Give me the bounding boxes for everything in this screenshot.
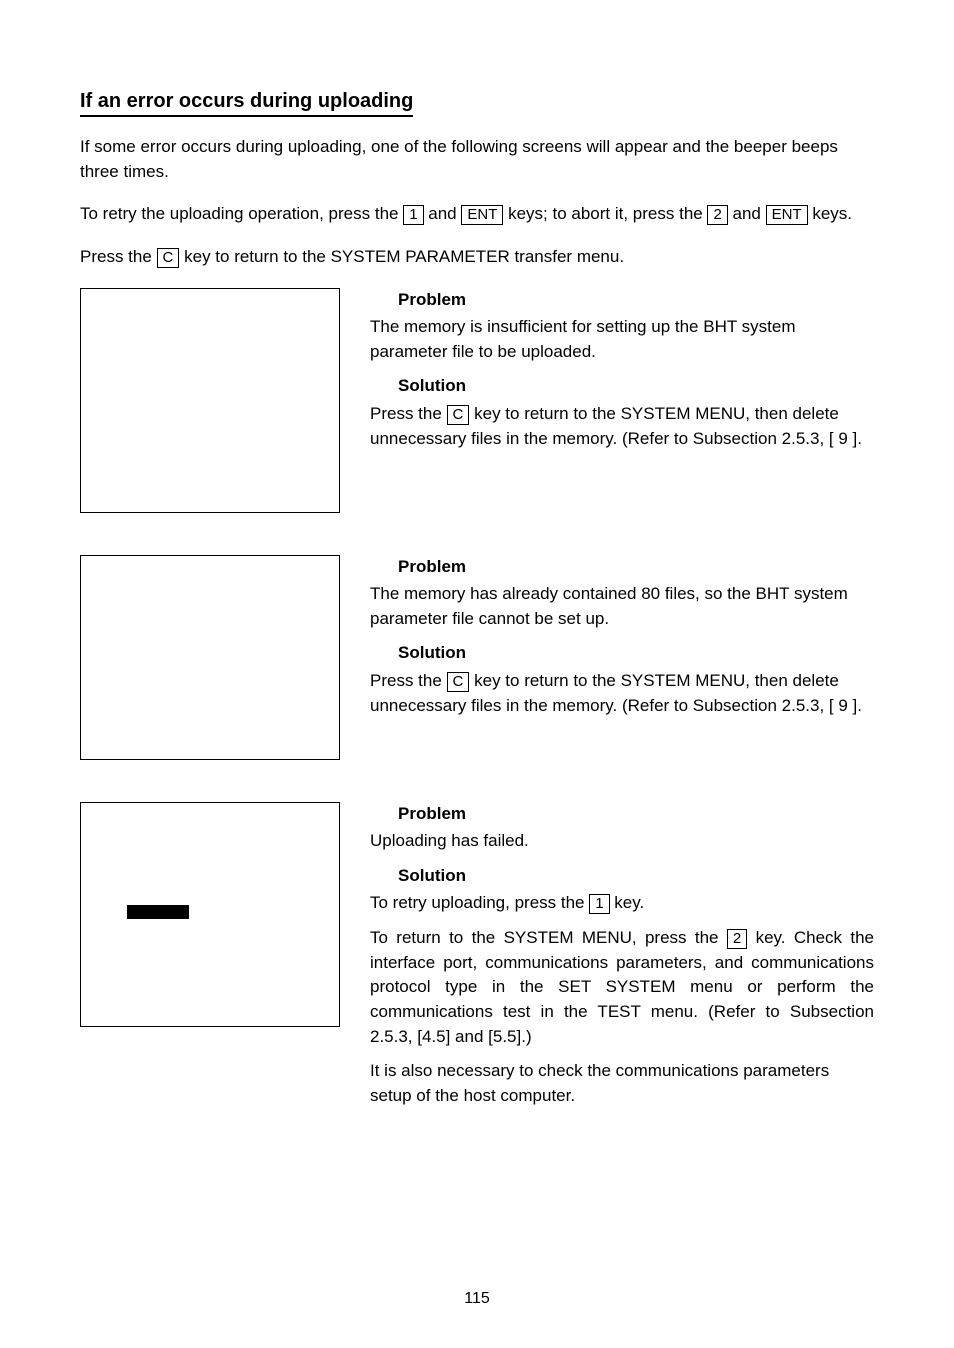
redacted-bar — [127, 905, 189, 919]
screen-placeholder — [80, 288, 340, 513]
text-fragment: To return to the SYSTEM MENU, press the — [370, 928, 727, 947]
error-block-2: Problem The memory has already contained… — [80, 555, 874, 760]
text-fragment: and — [424, 204, 462, 223]
problem-text: The memory is insufficient for setting u… — [370, 315, 874, 364]
error-block-1: Problem The memory is insufficient for s… — [80, 288, 874, 513]
problem-text: Uploading has failed. — [370, 829, 874, 854]
solution-text-2: To return to the SYSTEM MENU, press the … — [370, 926, 874, 1049]
key-c: C — [447, 672, 470, 692]
solution-text: Press the C key to return to the SYSTEM … — [370, 669, 874, 718]
key-ent: ENT — [461, 205, 503, 225]
text-fragment: key. — [610, 893, 645, 912]
screen-placeholder — [80, 555, 340, 760]
key-one: 1 — [403, 205, 423, 225]
solution-text-3: It is also necessary to check the commun… — [370, 1059, 874, 1108]
page-number: 115 — [0, 1290, 954, 1308]
text-fragment: keys; to abort it, press the — [503, 204, 707, 223]
solution-label: Solution — [398, 374, 874, 399]
text-fragment: To retry uploading, press the — [370, 893, 589, 912]
problem-label: Problem — [398, 288, 874, 313]
solution-text-1: To retry uploading, press the 1 key. — [370, 891, 874, 916]
key-two: 2 — [727, 929, 747, 949]
text-fragment: To retry the uploading operation, press … — [80, 204, 403, 223]
solution-label: Solution — [398, 641, 874, 666]
description: Problem Uploading has failed. Solution T… — [370, 802, 874, 1119]
problem-label: Problem — [398, 555, 874, 580]
text-fragment: keys. — [808, 204, 852, 223]
key-ent: ENT — [766, 205, 808, 225]
problem-text: The memory has already contained 80 file… — [370, 582, 874, 631]
text-fragment: key to return to the SYSTEM PARAMETER tr… — [179, 247, 624, 266]
description: Problem The memory has already contained… — [370, 555, 874, 729]
press-c-paragraph: Press the C key to return to the SYSTEM … — [80, 245, 874, 270]
text-fragment: and — [728, 204, 766, 223]
section-heading: If an error occurs during uploading — [80, 90, 413, 117]
description: Problem The memory is insufficient for s… — [370, 288, 874, 462]
text-fragment: Press the — [370, 404, 447, 423]
text-fragment: Press the — [80, 247, 157, 266]
text-fragment: Press the — [370, 671, 447, 690]
solution-text: Press the C key to return to the SYSTEM … — [370, 402, 874, 451]
key-one: 1 — [589, 894, 609, 914]
error-block-3: Problem Uploading has failed. Solution T… — [80, 802, 874, 1119]
problem-label: Problem — [398, 802, 874, 827]
intro-paragraph: If some error occurs during uploading, o… — [80, 135, 874, 184]
retry-paragraph: To retry the uploading operation, press … — [80, 202, 874, 227]
key-two: 2 — [707, 205, 727, 225]
key-c: C — [157, 248, 180, 268]
screen-placeholder — [80, 802, 340, 1027]
key-c: C — [447, 405, 470, 425]
solution-label: Solution — [398, 864, 874, 889]
